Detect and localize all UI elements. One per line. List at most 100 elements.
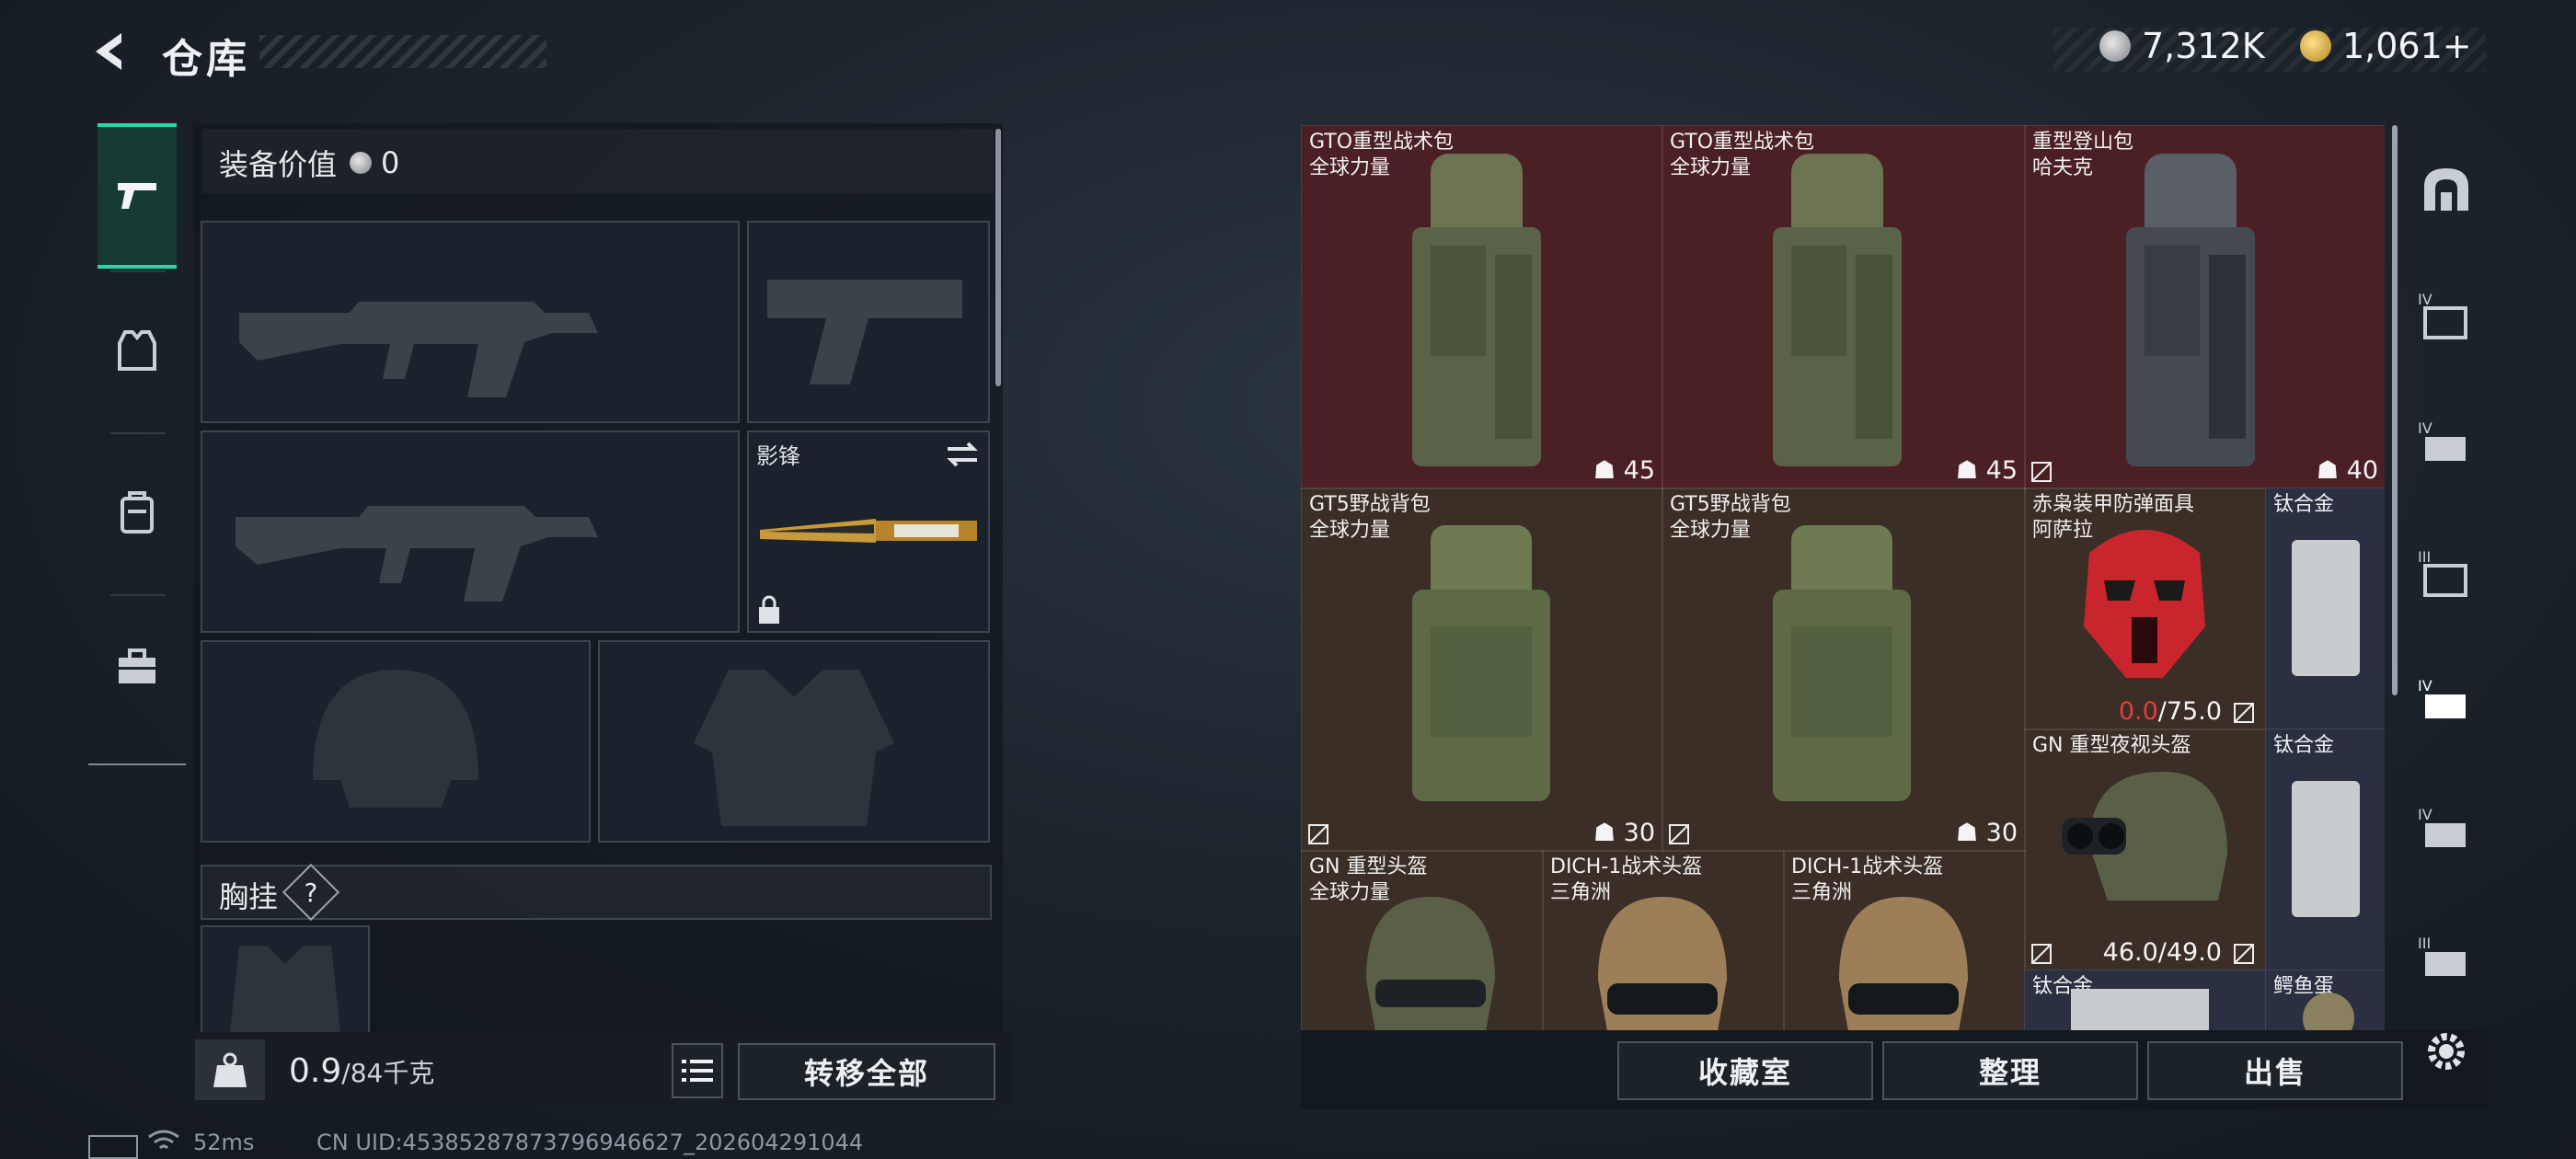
helmet-slot[interactable] <box>201 640 591 843</box>
silver-coin-icon <box>2099 30 2131 62</box>
storage-box-icon: IV <box>2418 677 2466 718</box>
item-capacity-value: 30 <box>1985 819 2018 847</box>
grid-item[interactable]: 钛合金 <box>2265 488 2385 730</box>
title-decoration <box>259 35 546 68</box>
tab-storage-6[interactable]: III <box>2414 927 2478 992</box>
chest-rig-label: 胸挂 <box>219 879 279 914</box>
carry-weight: 0.9/84千克 <box>289 1052 434 1090</box>
item-name: GN 重型夜视头盔 <box>2032 734 2191 757</box>
tab-case[interactable] <box>98 598 177 736</box>
pistol-icon <box>118 183 156 209</box>
grid-scrollbar[interactable] <box>2392 125 2398 695</box>
item-name: DICH-1战术头盔 <box>1550 855 1703 878</box>
rifle-silhouette-icon <box>239 302 598 397</box>
grid-item[interactable]: GTO重型战术包 全球力量 ☗ 45 <box>1301 125 1663 489</box>
melee-slot[interactable]: 影锋 <box>747 430 990 633</box>
item-capacity-value: 30 <box>1623 819 1655 847</box>
tab-storage-5[interactable]: IV <box>2414 798 2478 863</box>
pistol-silhouette-icon <box>767 280 962 384</box>
chest-rig-slot[interactable] <box>201 925 370 1032</box>
armor-plate-image <box>2071 989 2209 1030</box>
vest-silhouette-icon <box>694 670 894 826</box>
item-capacity: ☗ 30 <box>1593 819 1655 847</box>
helmet-silhouette-icon <box>313 670 478 808</box>
backpack-image <box>1412 154 1541 466</box>
grid-item[interactable]: GT5野战背包 全球力量 ☗ 30 <box>1662 488 2026 852</box>
back-button[interactable] <box>85 28 132 75</box>
item-capacity: ☗ 45 <box>1593 456 1655 485</box>
collection-room-button[interactable]: 收藏室 <box>1617 1041 1873 1100</box>
sort-button[interactable]: 整理 <box>1882 1041 2138 1100</box>
item-capacity-value: 45 <box>1623 456 1655 485</box>
ping-text: 52ms <box>193 1130 255 1155</box>
item-durability: 0.0/75.0 <box>2119 697 2222 726</box>
tab-storage-all[interactable] <box>2414 156 2478 221</box>
chest-rig-help-button[interactable]: ? <box>282 863 340 922</box>
item-name: 钛合金 <box>2273 493 2335 516</box>
storage-box-icon: IV <box>2418 419 2466 461</box>
item-capacity: ☗ 40 <box>2316 456 2378 485</box>
armor-vest-icon <box>118 330 156 371</box>
help-icon: ? <box>304 877 318 908</box>
sell-button[interactable]: 出售 <box>2147 1041 2403 1100</box>
currency-gold[interactable]: 1,061+ <box>2300 26 2472 66</box>
chest-rig-header: 胸挂 ? <box>201 863 992 922</box>
grid-item[interactable]: DICH-1战术头盔 三角洲 <box>1783 850 2026 1030</box>
primary-weapon-slot-2[interactable] <box>201 430 740 633</box>
item-name: GN 重型头盔 <box>1309 855 1428 878</box>
currency-silver-value: 7,312K <box>2142 26 2265 66</box>
grid-item[interactable]: 钛合金 <box>2265 729 2385 971</box>
item-durability: 46.0/49.0 <box>2102 938 2222 967</box>
uid-text: CN UID:45385287873796946627_202604291044 <box>316 1130 864 1155</box>
tab-backpack[interactable] <box>98 443 177 581</box>
currency-gold-value: 1,061+ <box>2342 26 2472 66</box>
grid-item[interactable]: 钛合金 <box>2024 970 2267 1030</box>
grid-item[interactable]: 赤枭装甲防弹面具 阿萨拉 0.0/75.0 <box>2024 488 2267 730</box>
grid-item[interactable]: GN 重型头盔 全球力量 <box>1301 850 1544 1030</box>
item-name: DICH-1战术头盔 <box>1791 855 1944 878</box>
svg-text:III: III <box>2418 548 2431 566</box>
equipment-scrollbar[interactable] <box>995 129 1001 386</box>
grid-item[interactable]: 重型登山包 哈夫克 ☗ 40 <box>2024 125 2385 489</box>
wifi-icon <box>147 1130 180 1159</box>
transfer-all-button[interactable]: 转移全部 <box>738 1043 995 1100</box>
primary-weapon-slot-1[interactable] <box>201 221 740 423</box>
not-tradeable-icon <box>1669 824 1689 844</box>
tab-armor[interactable] <box>98 281 177 419</box>
tab-storage-1[interactable]: IV <box>2414 283 2478 348</box>
grid-item[interactable]: DICH-1战术头盔 三角洲 <box>1542 850 1785 1030</box>
backpack-image <box>1773 525 1911 801</box>
sidearm-slot[interactable] <box>747 221 990 423</box>
durability-current: 0.0 <box>2118 697 2158 726</box>
tab-storage-2[interactable]: IV <box>2414 412 2478 476</box>
svg-text:III: III <box>2418 935 2431 952</box>
item-capacity: ☗ 45 <box>1955 456 2018 485</box>
storage-add-icon: IV <box>2418 806 2466 847</box>
grid-item[interactable]: GN 重型夜视头盔 46.0/49.0 <box>2024 729 2267 971</box>
briefcase-icon <box>119 648 155 683</box>
carry-weight-current: 0.9 <box>289 1052 342 1090</box>
backpack-image <box>1412 525 1550 801</box>
tab-storage-4-active[interactable]: IV <box>2414 670 2478 734</box>
item-capacity-value: 45 <box>1985 456 2018 485</box>
grid-item[interactable]: 鳄鱼蛋 <box>2265 970 2385 1030</box>
grid-item[interactable]: GTO重型战术包 全球力量 ☗ 45 <box>1662 125 2026 489</box>
grid-item[interactable]: GT5野战背包 全球力量 ☗ 30 <box>1301 488 1663 852</box>
tab-storage-3[interactable]: III <box>2414 541 2478 605</box>
storage-box-icon: III <box>2418 935 2466 976</box>
backpack-icon <box>121 491 154 534</box>
body-armor-slot[interactable] <box>598 640 990 843</box>
settings-button[interactable] <box>2414 1019 2478 1084</box>
swap-icon[interactable] <box>944 440 981 469</box>
list-view-button[interactable] <box>672 1043 723 1098</box>
knife-icon <box>760 519 977 543</box>
backpack-image <box>1773 154 1902 466</box>
armor-plate-image <box>2292 540 2360 676</box>
weight-icon <box>213 1052 247 1087</box>
storage-tabs: IV IV III IV IV III <box>2405 120 2488 1113</box>
battery-icon <box>88 1135 138 1159</box>
silver-coin-icon <box>350 152 373 174</box>
list-icon <box>682 1060 713 1082</box>
tab-weapons[interactable] <box>98 123 177 269</box>
backpack-image <box>2126 154 2255 466</box>
